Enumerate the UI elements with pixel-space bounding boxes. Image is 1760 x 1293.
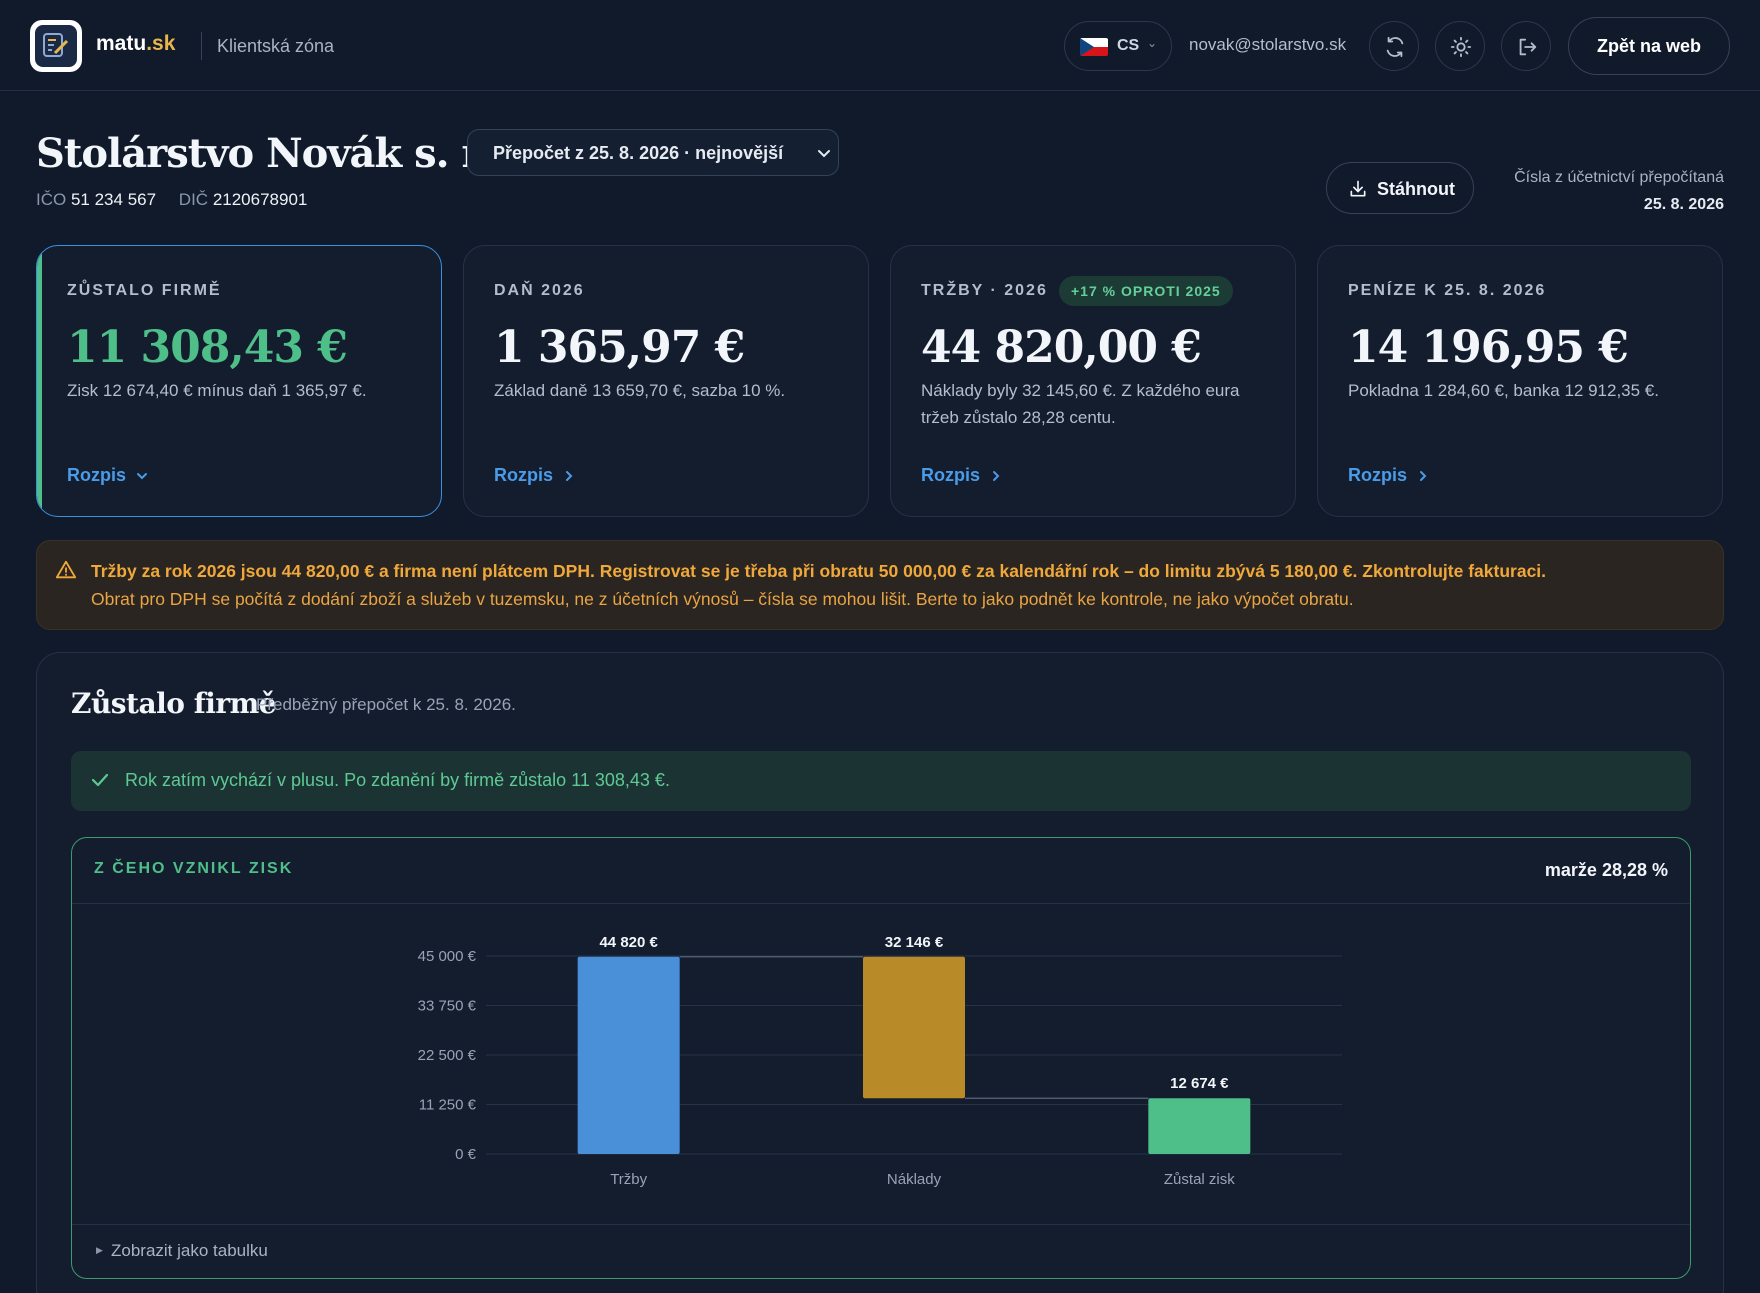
- bar-value-label: 12 674 €: [1170, 1075, 1229, 1092]
- user-email: novak@stolarstvo.sk: [1189, 35, 1347, 54]
- theme-toggle-button[interactable]: [1435, 21, 1485, 71]
- success-text: Rok zatím vychází v plusu. Po zdanění by…: [125, 770, 670, 790]
- czech-flag-icon: [1080, 38, 1108, 56]
- chevron-down-icon: [818, 150, 830, 158]
- disclosure-triangle-icon: ▶: [96, 1245, 103, 1255]
- recalc-note-date: 25. 8. 2026: [1643, 196, 1724, 213]
- card-label: TRŽBY · 2026: [921, 282, 1048, 299]
- recalc-select[interactable]: Přepočet z 25. 8. 2026 · nejnovější: [467, 129, 839, 176]
- bar-value-label: 32 146 €: [885, 934, 944, 951]
- vat-warning-alert: Tržby za rok 2026 jsou 44 820,00 € a fir…: [36, 540, 1724, 630]
- company-ids: IČO 51 234 567 DIČ 2120678901: [36, 190, 325, 210]
- card-subtext: Základ daně 13 659,70 €, sazba 10 %.: [494, 381, 786, 400]
- profit-panel: Zůstalo firmě Předběžný přepočet k 25. 8…: [36, 652, 1724, 1293]
- check-icon: [91, 773, 109, 787]
- breakdown-link-label: Rozpis: [67, 465, 127, 485]
- bar-value-label: 44 820 €: [599, 934, 658, 951]
- y-tick-label: 11 250 €: [419, 1097, 477, 1114]
- profit-chart-card: Z ČEHO VZNIKL ZISK marže 28,28 % 0 € 11 2…: [71, 837, 1691, 1279]
- brand-divider: [201, 32, 202, 60]
- chevron-right-icon: [1420, 471, 1427, 482]
- top-bar: matu.sk Klientská zóna CS ⌄ novak@stolar…: [0, 0, 1760, 91]
- logout-icon: [1519, 38, 1537, 56]
- x-category-label: Zůstal zisk: [1164, 1171, 1235, 1188]
- x-category-label: Náklady: [887, 1171, 942, 1188]
- dic-label: DIČ: [178, 190, 209, 209]
- warning-icon: [55, 560, 77, 579]
- language-select[interactable]: CS ⌄: [1064, 21, 1172, 71]
- logo[interactable]: [30, 20, 82, 72]
- sun-icon: [1450, 36, 1472, 58]
- x-category-label: Tržby: [610, 1171, 647, 1188]
- card-subtext: Zisk 12 674,40 € mínus daň 1 365,97 €.: [67, 381, 367, 400]
- bar: [1148, 1098, 1251, 1154]
- zone-label: Klientská zóna: [217, 36, 335, 56]
- card-accent: [37, 246, 42, 516]
- bar: [577, 956, 680, 1154]
- card-value: 14 196,95 €: [1348, 322, 1629, 373]
- recalc-note-text: Čísla z účetnictví přepočítaná: [1514, 169, 1724, 186]
- card-remaining[interactable]: ZŮSTALO FIRMĚ 11 308,43 € Zisk 12 674,40…: [36, 245, 442, 517]
- breakdown-link-label: Rozpis: [1348, 465, 1408, 485]
- breakdown-link-label: Rozpis: [921, 465, 981, 485]
- card-value: 44 820,00 €: [921, 322, 1202, 373]
- alert-text: Obrat pro DPH se počítá z dodání zboží a…: [91, 589, 1354, 609]
- breakdown-link[interactable]: Rozpis: [1348, 465, 1429, 486]
- logout-button[interactable]: [1501, 21, 1551, 71]
- profit-waterfall-chart: 0 € 11 250 € 22 500 € 33 750 € 45 000 € 44 82…: [418, 934, 1342, 1188]
- card-tax[interactable]: DAŇ 2026 1 365,97 € Základ daně 13 659,7…: [463, 245, 869, 517]
- y-tick-label: 22 500 €: [418, 1047, 477, 1064]
- chevron-right-icon: [566, 471, 573, 482]
- y-tick-label: 45 000 €: [418, 948, 477, 965]
- chart-header: Z ČEHO VZNIKL ZISK marže 28,28 %: [72, 838, 1690, 904]
- ico-label: IČO: [36, 190, 67, 209]
- breakdown-link[interactable]: Rozpis: [67, 465, 148, 486]
- company-name: Stolárstvo Novák s. r. o.: [36, 130, 543, 177]
- card-label: DAŇ 2026: [494, 282, 585, 299]
- success-message: Rok zatím vychází v plusu. Po zdanění by…: [71, 751, 1691, 811]
- breakdown-link-label: Rozpis: [494, 465, 554, 485]
- card-cash[interactable]: PENÍZE K 25. 8. 2026 14 196,95 € Pokladn…: [1317, 245, 1723, 517]
- chevron-right-icon: [993, 471, 1000, 482]
- y-tick-label: 33 750 €: [418, 998, 477, 1015]
- refresh-icon: [1386, 36, 1404, 58]
- alert-headline: Tržby za rok 2026 jsou 44 820,00 € a fir…: [91, 561, 1547, 581]
- chevron-down-icon: ⌄: [1147, 36, 1158, 50]
- language-code: CS: [1117, 37, 1140, 54]
- panel-subtitle: Předběžný přepočet k 25. 8. 2026.: [256, 695, 516, 714]
- download-label: Stáhnout: [1377, 179, 1455, 199]
- recalc-note: Čísla z účetnictví přepočítaná 25. 8. 20…: [1514, 164, 1724, 218]
- logo-icon: [35, 25, 77, 67]
- breakdown-link[interactable]: Rozpis: [921, 465, 1002, 486]
- growth-badge: +17 % OPROTI 2025: [1059, 276, 1233, 306]
- chevron-down-icon: [137, 473, 148, 480]
- panel-title: Zůstalo firmě: [71, 687, 277, 720]
- table-toggle[interactable]: ▶ Zobrazit jako tabulku: [72, 1224, 1690, 1278]
- download-icon: [1350, 180, 1366, 197]
- back-to-web-button[interactable]: Zpět na web: [1568, 17, 1730, 75]
- table-toggle-label: Zobrazit jako tabulku: [111, 1241, 268, 1260]
- refresh-button[interactable]: [1369, 21, 1419, 71]
- recalc-select-value: Přepočet z 25. 8. 2026 · nejnovější: [493, 143, 784, 163]
- ico-value: 51 234 567: [70, 190, 157, 209]
- card-value: 11 308,43 €: [67, 322, 348, 373]
- bar: [863, 956, 965, 1099]
- card-value: 1 365,97 €: [494, 322, 745, 373]
- card-subtext: Náklady byly 32 145,60 €. Z každého eura…: [921, 381, 1240, 427]
- card-label: PENÍZE K 25. 8. 2026: [1348, 282, 1547, 299]
- card-revenue[interactable]: TRŽBY · 2026 +17 % OPROTI 2025 44 820,00…: [890, 245, 1296, 517]
- dic-value: 2120678901: [212, 190, 308, 209]
- breakdown-link[interactable]: Rozpis: [494, 465, 575, 486]
- card-label: ZŮSTALO FIRMĚ: [67, 282, 222, 299]
- brand-name[interactable]: matu.sk: [96, 32, 175, 56]
- margin-label: marže 28,28 %: [1544, 860, 1668, 880]
- download-button[interactable]: Stáhnout: [1326, 162, 1474, 214]
- y-tick-label: 0 €: [455, 1146, 477, 1163]
- card-subtext: Pokladna 1 284,60 €, banka 12 912,35 €.: [1348, 381, 1659, 400]
- chart-title: Z ČEHO VZNIKL ZISK: [94, 860, 294, 877]
